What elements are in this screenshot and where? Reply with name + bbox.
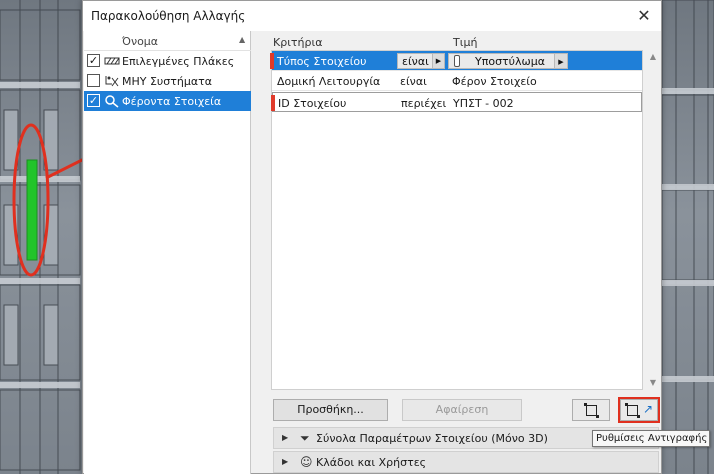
- sort-ascending-icon[interactable]: ▲: [239, 35, 245, 44]
- dialog-titlebar[interactable]: Παρακολούθηση Αλλαγής ✕: [83, 1, 661, 31]
- criteria-scrollbar[interactable]: ▲ ▼: [647, 50, 659, 390]
- panel-label: Σύνολα Παραμέτρων Στοιχείου (Μόνο 3D): [316, 432, 548, 445]
- add-button[interactable]: Προσθήκη...: [273, 399, 388, 421]
- value-text: Φέρον Στοιχείο: [452, 75, 537, 88]
- criterion-name: Δομική Λειτουργία: [277, 75, 381, 88]
- criterion-name: Τύπος Στοιχείου: [277, 55, 367, 68]
- operator-value: περιέχει: [401, 97, 447, 110]
- expand-arrow-icon[interactable]: ▶: [282, 457, 288, 466]
- list-item-structural-elements[interactable]: ✓ Φέροντα Στοιχεία: [84, 91, 251, 111]
- scroll-up-icon[interactable]: ▲: [647, 52, 659, 62]
- tooltip: Ρυθμίσεις Αντιγραφής: [592, 430, 710, 447]
- select-elements-button[interactable]: [572, 399, 610, 421]
- value-dropdown-arrow[interactable]: ▶: [553, 53, 568, 69]
- list-item-label: Φέροντα Στοιχεία: [122, 95, 222, 108]
- remove-button[interactable]: Αφαίρεση: [402, 399, 522, 421]
- criteria-row[interactable]: Τύπος Στοιχείου είναι ▶ Υποστύλωμα ▶: [270, 51, 642, 71]
- criterion-flag: [270, 53, 274, 69]
- dropdown-arrow-icon: ▶: [554, 53, 568, 69]
- filter-list-panel: Όνομα ▲ ✓ Επιλεγμένες Πλάκες ΜΗΥ Συστήμα…: [84, 31, 251, 474]
- name-column-header[interactable]: Όνομα: [122, 35, 158, 48]
- dropdown-arrow-icon: ▶: [432, 54, 444, 68]
- panel-label: Κλάδοι και Χρήστες: [316, 456, 427, 469]
- checkbox[interactable]: [87, 74, 100, 87]
- expand-arrow-icon[interactable]: ▶: [282, 433, 288, 442]
- criteria-row[interactable]: ID Στοιχείου περιέχει ΥΠΣΤ - 002: [271, 92, 642, 112]
- filter-icon: ⏷: [300, 431, 310, 445]
- criteria-row[interactable]: Δομική Λειτουργία είναι Φέρον Στοιχείο: [272, 71, 642, 91]
- criterion-flag: [271, 95, 275, 111]
- list-item-selected-slabs[interactable]: ✓ Επιλεγμένες Πλάκες: [84, 51, 251, 71]
- structural-elements-icon: [104, 94, 120, 108]
- list-item-mep-systems[interactable]: ΜΗΥ Συστήματα: [84, 71, 251, 91]
- value-dropdown[interactable]: Υποστύλωμα: [448, 53, 568, 69]
- value-column-header: Τιμή: [453, 36, 478, 49]
- list-header: Όνομα ▲: [84, 31, 251, 51]
- disciplines-users-panel[interactable]: ▶ ☺ Κλάδοι και Χρήστες: [273, 451, 659, 473]
- list-item-label: ΜΗΥ Συστήματα: [122, 75, 212, 88]
- close-icon[interactable]: ✕: [633, 5, 655, 27]
- column-icon: [454, 55, 460, 67]
- operator-value: είναι: [400, 75, 427, 88]
- value-text: ΥΠΣΤ - 002: [453, 97, 514, 110]
- user-icon: ☺: [300, 455, 313, 469]
- checkbox[interactable]: ✓: [87, 54, 100, 67]
- criterion-name: ID Στοιχείου: [278, 97, 347, 110]
- slab-hatch-icon: [104, 54, 120, 68]
- criteria-table: Τύπος Στοιχείου είναι ▶ Υποστύλωμα ▶ Δομ…: [270, 50, 643, 390]
- dialog-title: Παρακολούθηση Αλλαγής: [91, 9, 246, 23]
- list-item-label: Επιλεγμένες Πλάκες: [122, 55, 235, 68]
- value-text: Υποστύλωμα: [475, 55, 546, 68]
- criteria-header: Κριτήρια Τιμή: [269, 34, 659, 50]
- mep-systems-icon: [104, 74, 120, 88]
- highlight-box: [618, 397, 660, 423]
- scroll-down-icon[interactable]: ▼: [647, 378, 659, 388]
- criteria-column-header: Κριτήρια: [273, 36, 323, 49]
- checkbox[interactable]: ✓: [87, 94, 100, 107]
- operator-value: είναι: [402, 55, 429, 68]
- selection-frame-icon: [584, 403, 599, 418]
- operator-dropdown[interactable]: είναι ▶: [397, 53, 445, 69]
- change-tracking-dialog: Παρακολούθηση Αλλαγής ✕ Όνομα ▲ ✓ Επιλεγ…: [82, 0, 662, 474]
